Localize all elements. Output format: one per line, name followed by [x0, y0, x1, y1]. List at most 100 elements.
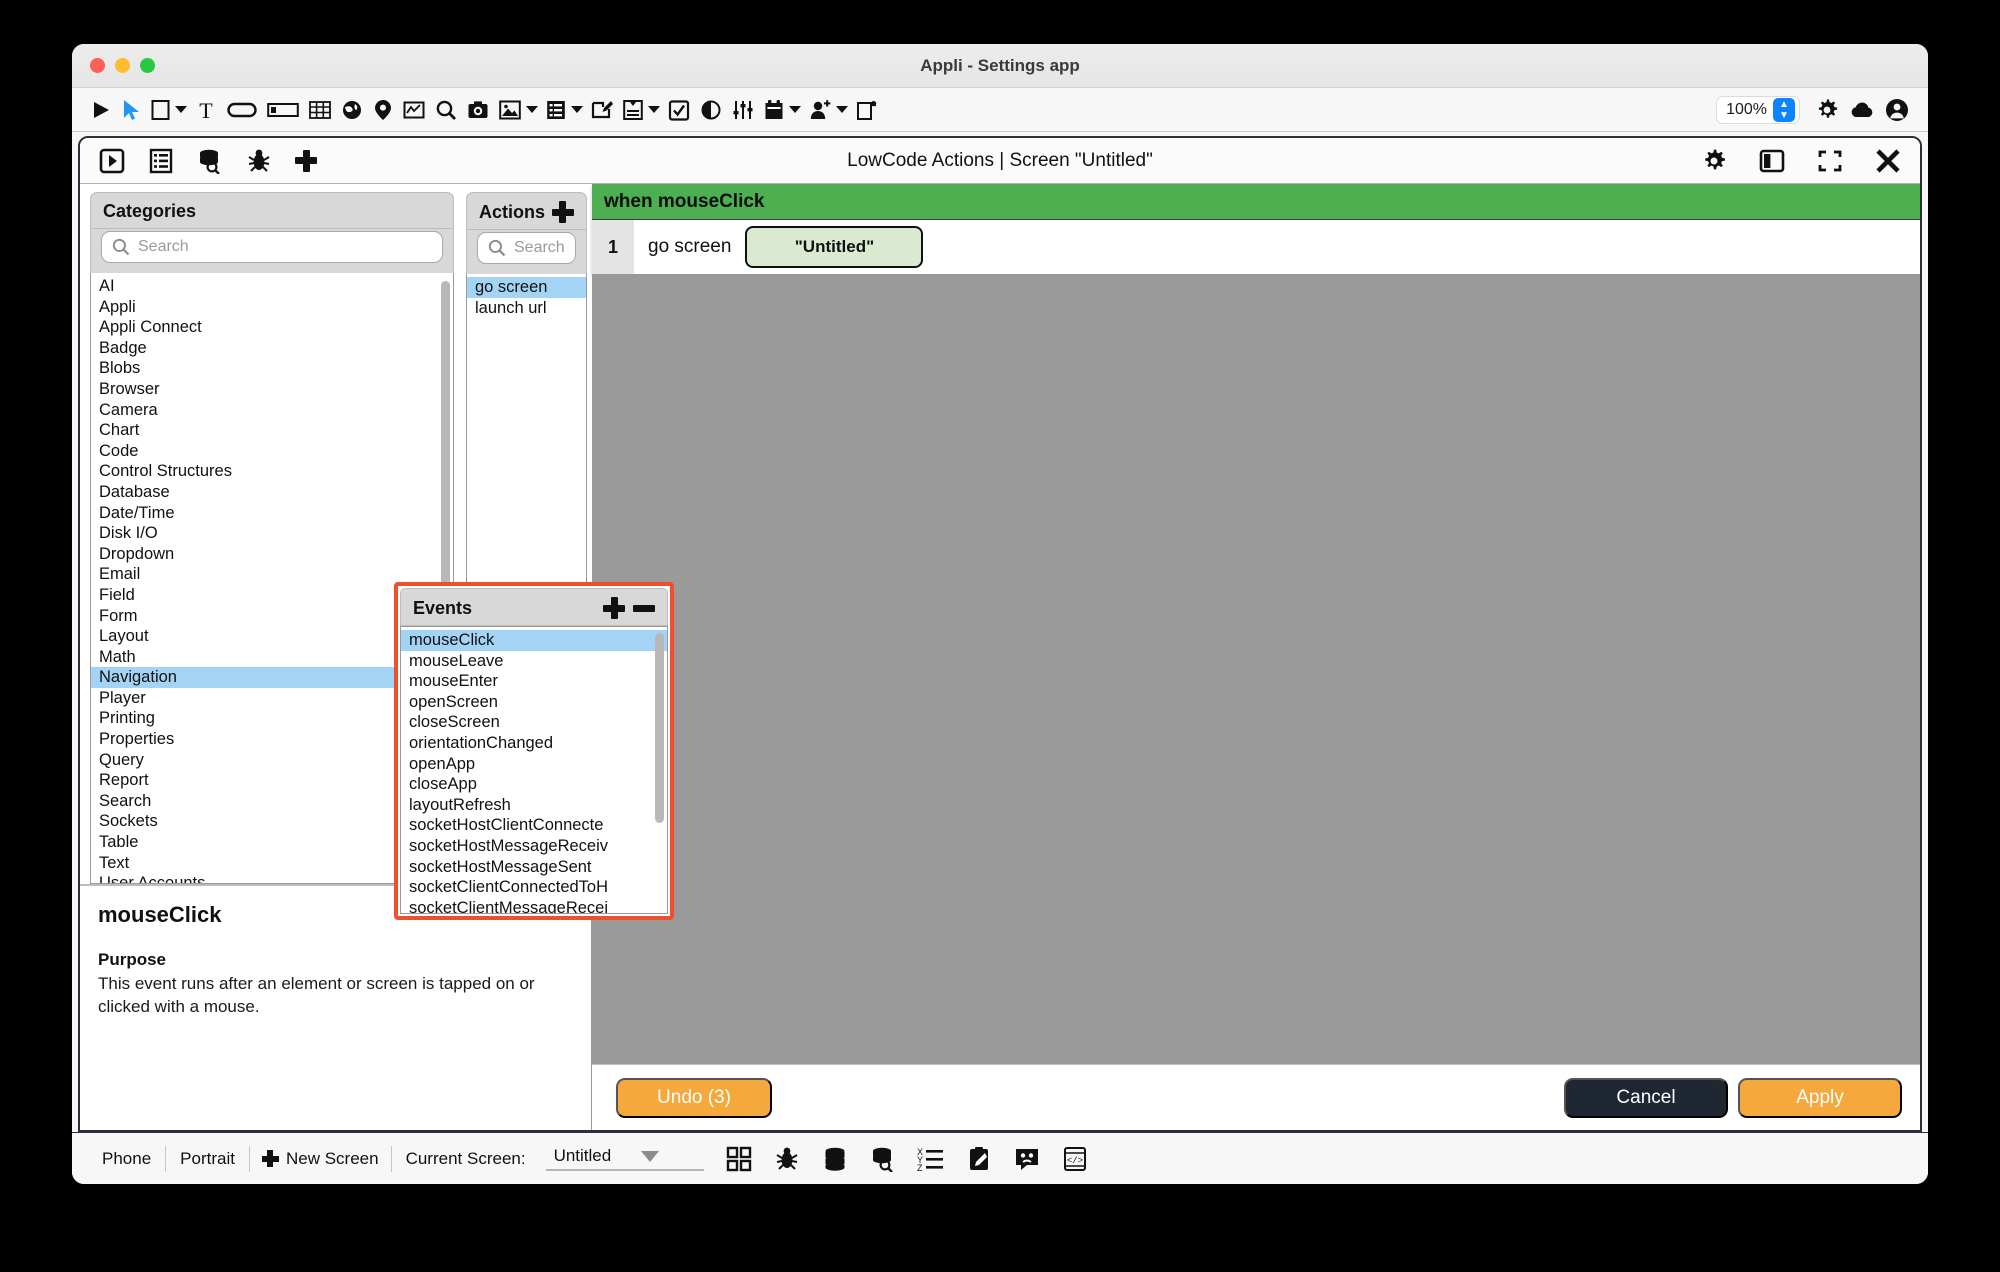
- event-list-item[interactable]: closeScreen: [401, 712, 667, 733]
- web-globe-icon[interactable]: [336, 93, 368, 127]
- clipboard-edit-icon[interactable]: [964, 1144, 994, 1174]
- cloud-upload-icon[interactable]: [1844, 93, 1880, 127]
- table-grid-icon[interactable]: [304, 93, 336, 127]
- database-icon[interactable]: [820, 1144, 850, 1174]
- input-field-icon[interactable]: [262, 93, 304, 127]
- chart-icon[interactable]: [398, 93, 430, 127]
- script-step-row[interactable]: 1 go screen "Untitled": [592, 220, 1920, 274]
- copy-page-icon[interactable]: [851, 93, 883, 127]
- event-list-item[interactable]: closeApp: [401, 774, 667, 795]
- zoom-stepper[interactable]: 100% ▲ ▼: [1716, 95, 1800, 124]
- device-code-icon[interactable]: </>: [1060, 1144, 1090, 1174]
- chevron-down-icon[interactable]: [789, 106, 801, 113]
- database-search-icon[interactable]: [868, 1144, 898, 1174]
- chevron-down-icon[interactable]: [526, 106, 538, 113]
- categories-search-input[interactable]: Search: [101, 231, 443, 263]
- chevron-down-icon[interactable]: [175, 106, 187, 113]
- chat-bubble-icon[interactable]: [1012, 1144, 1042, 1174]
- device-type-label[interactable]: Phone: [88, 1149, 165, 1169]
- event-list-item[interactable]: socketClientMessageRecei: [401, 898, 667, 913]
- toggle-switch-icon[interactable]: [695, 93, 727, 127]
- grid-layout-icon[interactable]: [724, 1144, 754, 1174]
- signature-edit-icon[interactable]: [586, 93, 618, 127]
- settings-gear-icon[interactable]: [1696, 144, 1732, 178]
- event-list-item[interactable]: orientationChanged: [401, 733, 667, 754]
- play-icon[interactable]: [86, 93, 116, 127]
- new-screen-button[interactable]: New Screen: [250, 1149, 391, 1169]
- apply-button[interactable]: Apply: [1738, 1077, 1902, 1118]
- event-list-item[interactable]: layoutRefresh: [401, 795, 667, 816]
- list-document-icon[interactable]: [144, 144, 178, 178]
- add-user-icon[interactable]: [804, 93, 851, 127]
- close-window-button[interactable]: [90, 58, 105, 73]
- add-event-icon[interactable]: [603, 597, 625, 619]
- action-list-item[interactable]: go screen: [467, 277, 586, 298]
- event-list-item[interactable]: socketClientConnectedToH: [401, 877, 667, 898]
- category-list-item[interactable]: AI: [91, 276, 453, 297]
- calendar-icon[interactable]: [759, 93, 804, 127]
- actions-search-input[interactable]: Search: [477, 232, 576, 264]
- minimize-window-button[interactable]: [115, 58, 130, 73]
- chevron-down-icon[interactable]: [648, 106, 660, 113]
- map-pin-icon[interactable]: [368, 93, 398, 127]
- search-icon[interactable]: [430, 93, 462, 127]
- text-icon[interactable]: T: [190, 93, 222, 127]
- split-view-icon[interactable]: [1754, 144, 1790, 178]
- chevron-down-icon[interactable]: [836, 106, 848, 113]
- action-list-item[interactable]: launch url: [467, 298, 586, 319]
- form-icon[interactable]: [618, 93, 663, 127]
- play-boxed-icon[interactable]: [94, 144, 130, 178]
- event-list-item[interactable]: socketHostMessageSent: [401, 857, 667, 878]
- category-list-item[interactable]: Disk I/O: [91, 523, 453, 544]
- sliders-icon[interactable]: [727, 93, 759, 127]
- category-list-item[interactable]: Badge: [91, 338, 453, 359]
- add-action-icon[interactable]: [551, 201, 574, 223]
- gear-icon[interactable]: [1810, 93, 1844, 127]
- event-list-item[interactable]: mouseLeave: [401, 651, 667, 672]
- category-list-item[interactable]: Code: [91, 441, 453, 462]
- category-list-item[interactable]: Appli: [91, 297, 453, 318]
- category-list-item[interactable]: Chart: [91, 420, 453, 441]
- current-screen-dropdown[interactable]: Untitled: [545, 1146, 704, 1171]
- chevron-down-icon[interactable]: [571, 106, 583, 113]
- event-list-item[interactable]: mouseClick: [401, 630, 667, 651]
- category-list-item[interactable]: Control Structures: [91, 461, 453, 482]
- variables-list-icon[interactable]: X Y Z: [916, 1144, 946, 1174]
- remove-event-icon[interactable]: [633, 604, 655, 612]
- image-icon[interactable]: [494, 93, 541, 127]
- script-canvas[interactable]: [592, 274, 1920, 1064]
- list-view-icon[interactable]: [541, 93, 586, 127]
- category-list-item[interactable]: Date/Time: [91, 503, 453, 524]
- events-list[interactable]: mouseClick mouseLeave mouseEnter openScreen…: [400, 626, 668, 914]
- event-list-item[interactable]: mouseEnter: [401, 671, 667, 692]
- cancel-button[interactable]: Cancel: [1564, 1077, 1728, 1118]
- category-list-item[interactable]: Blobs: [91, 358, 453, 379]
- camera-icon[interactable]: [462, 93, 494, 127]
- event-list-item[interactable]: socketHostClientConnecte: [401, 815, 667, 836]
- event-list-item[interactable]: openScreen: [401, 692, 667, 713]
- event-list-item[interactable]: socketHostMessageReceiv: [401, 836, 667, 857]
- database-search-icon[interactable]: [192, 144, 228, 178]
- account-icon[interactable]: [1880, 93, 1914, 127]
- debug-bug-icon[interactable]: [772, 1144, 802, 1174]
- when-event-bar[interactable]: when mouseClick: [592, 184, 1920, 220]
- maximize-window-button[interactable]: [140, 58, 155, 73]
- category-list-item[interactable]: Database: [91, 482, 453, 503]
- step-parameter[interactable]: "Untitled": [745, 226, 924, 268]
- category-list-item[interactable]: Camera: [91, 400, 453, 421]
- button-icon[interactable]: [222, 93, 262, 127]
- fullscreen-icon[interactable]: [1812, 144, 1848, 178]
- category-list-item[interactable]: Browser: [91, 379, 453, 400]
- event-list-item[interactable]: openApp: [401, 754, 667, 775]
- events-scrollbar[interactable]: [654, 629, 665, 911]
- undo-button[interactable]: Undo (3): [616, 1077, 772, 1118]
- zoom-stepper-arrows[interactable]: ▲ ▼: [1773, 97, 1795, 122]
- category-list-item[interactable]: Dropdown: [91, 544, 453, 565]
- add-plus-icon[interactable]: [290, 144, 322, 178]
- checkbox-icon[interactable]: [663, 93, 695, 127]
- pointer-icon[interactable]: [116, 93, 146, 127]
- debug-bug-icon[interactable]: [242, 144, 276, 178]
- close-icon[interactable]: [1870, 144, 1906, 178]
- orientation-label[interactable]: Portrait: [166, 1149, 249, 1169]
- rectangle-shape-icon[interactable]: [146, 93, 190, 127]
